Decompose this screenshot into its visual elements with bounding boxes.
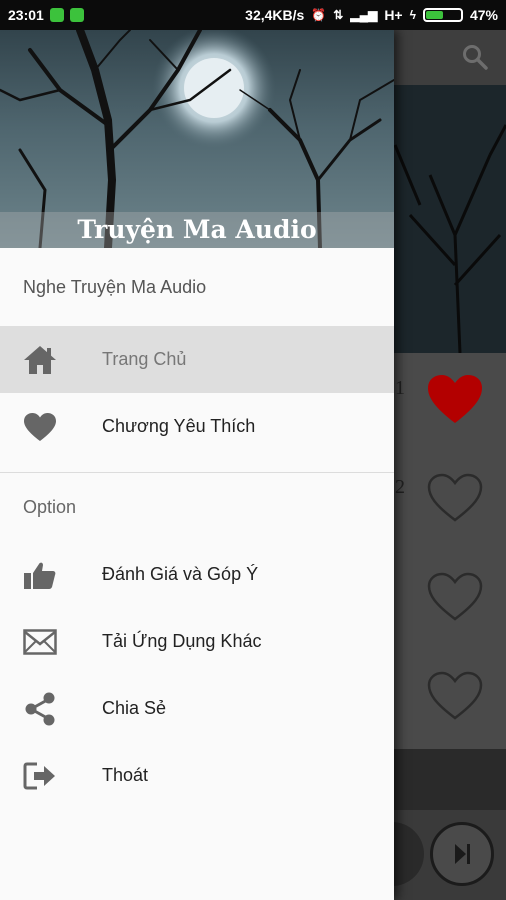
- notification-icon: [69, 8, 84, 22]
- status-time: 23:01: [8, 7, 44, 23]
- menu-item-danh-gia[interactable]: Đánh Giá và Góp Ý: [0, 541, 394, 608]
- heart-outline-icon[interactable]: [426, 670, 484, 727]
- heart-outline-icon[interactable]: [426, 571, 484, 628]
- home-icon: [22, 342, 58, 378]
- menu-item-label: Trang Chủ: [102, 349, 187, 369]
- status-bar: 23:01 32,4KB/s ⏰ ⇅ ▂▄▆ H+ ϟ 47%: [0, 0, 506, 30]
- list-number: 1: [395, 377, 405, 399]
- status-right: 32,4KB/s ⏰ ⇅ ▂▄▆ H+ ϟ 47%: [245, 7, 498, 23]
- drawer-subheader: Nghe Truyện Ma Audio: [23, 276, 207, 297]
- data-transfer-icon: ⇅: [333, 8, 344, 22]
- heart-filled-icon[interactable]: [426, 373, 484, 430]
- menu-item-label: Thoát: [102, 765, 149, 785]
- menu-item-tai-ung-dung[interactable]: Tải Ứng Dụng Khác: [0, 608, 394, 675]
- share-icon: [22, 691, 58, 727]
- battery-icon: [422, 8, 463, 22]
- menu-item-label: Chia Sẻ: [102, 698, 167, 718]
- mail-icon: [22, 624, 58, 660]
- drawer-title: Truyện Ma Audio: [0, 212, 394, 248]
- navigation-drawer: Truyện Ma Audio Nghe Truyện Ma Audio Tra…: [0, 30, 394, 900]
- search-icon[interactable]: [462, 44, 488, 75]
- menu-item-label: Chương Yêu Thích: [102, 416, 256, 436]
- signal-icon: ▂▄▆: [350, 8, 378, 22]
- menu-item-chuong-yeu-thich[interactable]: Chương Yêu Thích: [0, 393, 394, 460]
- menu-item-thoat[interactable]: Thoát: [0, 742, 394, 809]
- thumbs-up-icon: [22, 557, 58, 593]
- heart-outline-icon[interactable]: [426, 472, 484, 529]
- battery-percent: 47%: [469, 7, 498, 23]
- heart-icon: [22, 409, 58, 445]
- network-type: H+: [384, 7, 403, 23]
- network-speed: 32,4KB/s: [245, 7, 305, 23]
- menu-item-trang-chu[interactable]: Trang Chủ: [0, 326, 394, 393]
- menu-item-label: Tải Ứng Dụng Khác: [102, 631, 262, 651]
- charging-icon: ϟ: [409, 8, 416, 22]
- alarm-icon: ⏰: [311, 8, 327, 22]
- next-button[interactable]: [430, 822, 494, 886]
- drawer-header-image: Truyện Ma Audio: [0, 30, 394, 248]
- notification-icon: [49, 8, 64, 22]
- section-label-option: Option: [23, 496, 77, 517]
- menu-item-chia-se[interactable]: Chia Sẻ: [0, 675, 394, 742]
- menu-item-label: Đánh Giá và Góp Ý: [102, 564, 259, 584]
- list-number: 2: [395, 476, 405, 498]
- exit-icon: [22, 758, 58, 794]
